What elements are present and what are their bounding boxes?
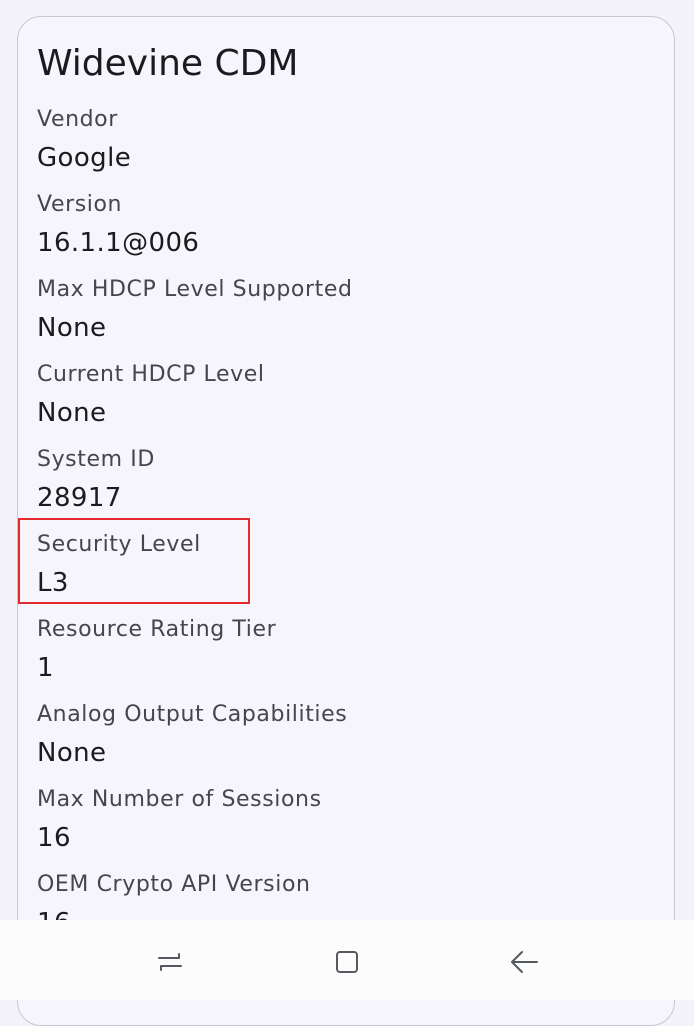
back-button[interactable]	[502, 940, 546, 984]
property-value: 16	[37, 823, 71, 853]
property-label: System ID	[37, 447, 155, 472]
property-max-sessions: Max Number of Sessions 16	[37, 785, 637, 855]
property-max-hdcp-level: Max HDCP Level Supported None	[37, 275, 637, 345]
property-value: None	[37, 398, 107, 428]
property-label: Resource Rating Tier	[37, 617, 277, 642]
security-level-highlight	[18, 518, 250, 604]
system-navigation-bar	[0, 920, 694, 1000]
property-version: Version 16.1.1@006	[37, 190, 637, 260]
property-analog-output: Analog Output Capabilities None	[37, 700, 637, 770]
card-title: Widevine CDM	[37, 43, 299, 84]
home-button[interactable]	[325, 940, 369, 984]
property-label: Max HDCP Level Supported	[37, 277, 353, 302]
home-icon	[336, 951, 358, 973]
property-value: None	[37, 313, 107, 343]
back-arrow-icon	[511, 951, 538, 973]
property-label: Vendor	[37, 107, 118, 132]
property-label: Max Number of Sessions	[37, 787, 322, 812]
property-value: 16.1.1@006	[37, 228, 200, 258]
property-system-id: System ID 28917	[37, 445, 637, 515]
property-label: Version	[37, 192, 123, 217]
property-label: Current HDCP Level	[37, 362, 265, 387]
property-label: Analog Output Capabilities	[37, 702, 348, 727]
property-value: None	[37, 738, 107, 768]
property-vendor: Vendor Google	[37, 105, 637, 175]
property-value: 1	[37, 653, 54, 683]
property-current-hdcp-level: Current HDCP Level None	[37, 360, 637, 430]
property-value: 28917	[37, 483, 122, 513]
recent-apps-icon	[158, 953, 182, 971]
property-resource-rating-tier: Resource Rating Tier 1	[37, 615, 637, 685]
property-label: OEM Crypto API Version	[37, 872, 311, 897]
recent-apps-button[interactable]	[148, 940, 192, 984]
property-value: Google	[37, 143, 132, 173]
